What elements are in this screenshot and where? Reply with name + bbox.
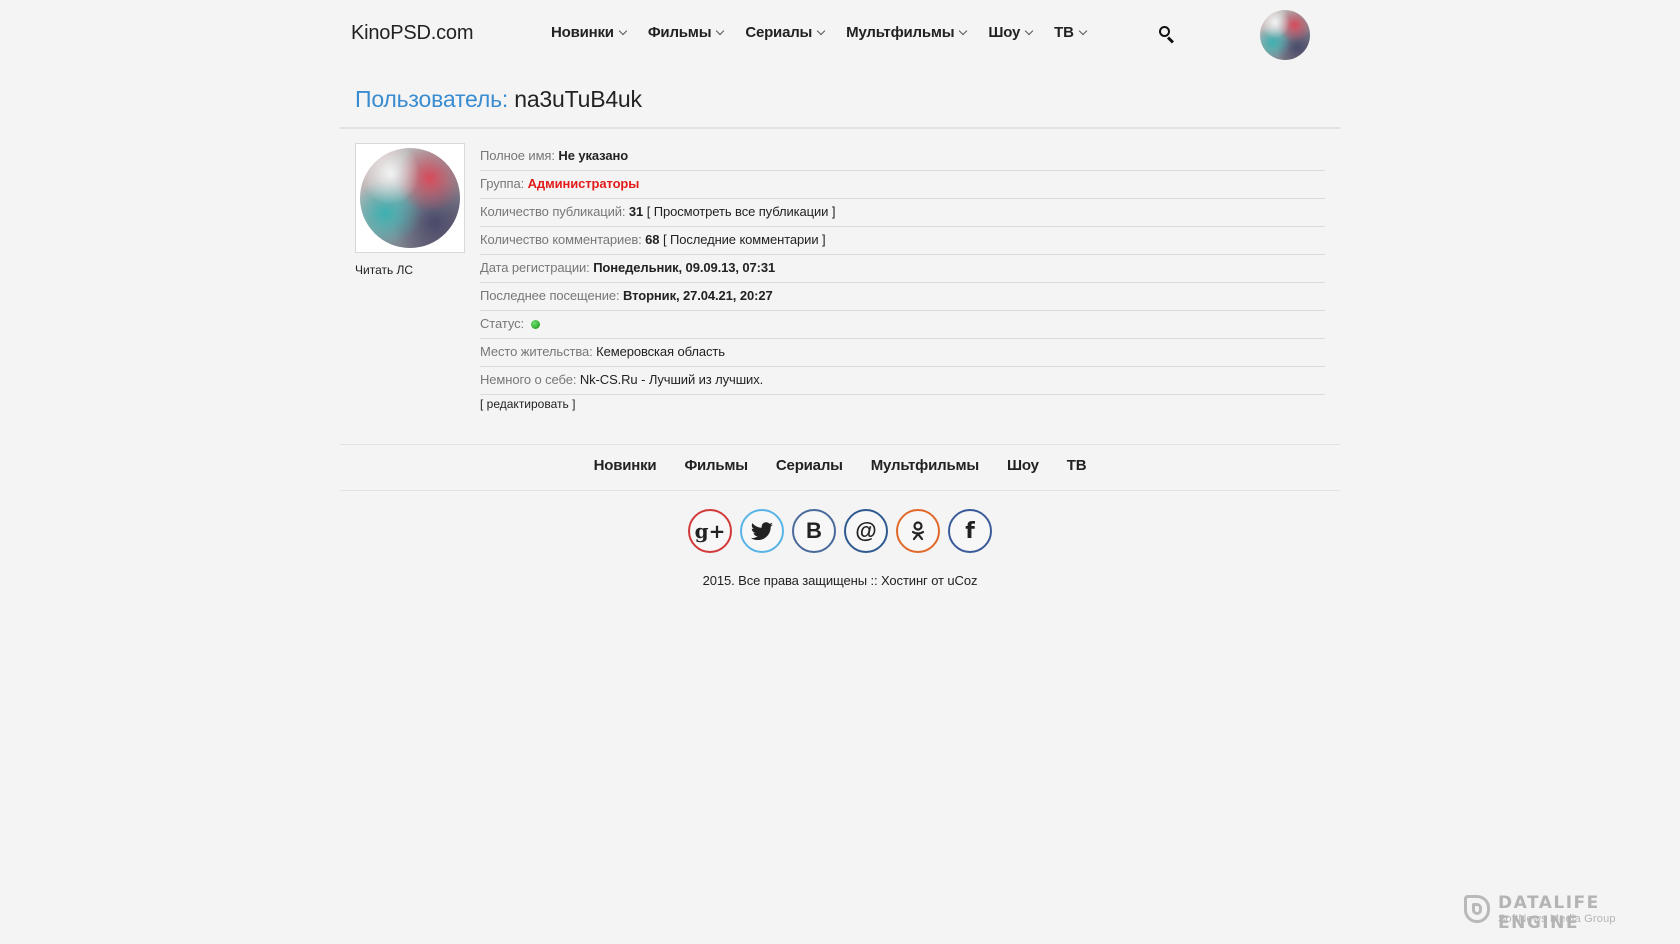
vk-icon[interactable]: B <box>792 509 836 553</box>
nav-item-movies[interactable]: Фильмы <box>647 24 725 41</box>
chevron-down-icon <box>959 26 968 35</box>
about-row: Немного о себе: Nk-CS.Ru - Лучший из луч… <box>480 367 1325 395</box>
last-comments-link[interactable]: [ Последние комментарии ] <box>663 232 826 247</box>
comments-count: 68 <box>645 232 660 247</box>
dle-logo-subtitle: SoftNews Media Group <box>1498 913 1616 925</box>
nav-item-series[interactable]: Сериалы <box>745 24 826 41</box>
site-header: KinoPSD.com Новинки Фильмы Сериалы Мульт… <box>340 0 1340 70</box>
chevron-down-icon <box>618 26 628 35</box>
field-label: Статус: <box>480 316 525 331</box>
google-plus-icon[interactable]: g+ <box>688 509 732 553</box>
footer-divider-bottom <box>340 490 1340 491</box>
nav-item-label: ТВ <box>1054 24 1074 41</box>
site-logo[interactable]: KinoPSD.com <box>351 22 473 45</box>
location-row: Место жительства: Кемеровская область <box>480 339 1325 367</box>
footer-nav-new[interactable]: Новинки <box>594 457 657 474</box>
footer-nav-tv[interactable]: ТВ <box>1067 457 1087 474</box>
chevron-down-icon <box>816 26 826 35</box>
chevron-down-icon <box>1024 26 1034 35</box>
nav-item-label: Шоу <box>988 24 1021 41</box>
nav-item-new[interactable]: Новинки <box>551 24 628 41</box>
field-label: Полное имя: <box>480 148 555 163</box>
location-value: Кемеровская область <box>596 344 725 359</box>
twitter-icon[interactable] <box>740 509 784 553</box>
profile-avatar-frame <box>355 143 465 253</box>
registered-value: Понедельник, 09.09.13, 07:31 <box>593 260 776 275</box>
full-name-value: Не указано <box>558 148 629 163</box>
copyright: 2015. Все права защищены :: Хостинг от u… <box>340 573 1340 588</box>
read-pm-link[interactable]: Читать ЛС <box>355 263 413 277</box>
nav-item-label: Сериалы <box>745 24 813 41</box>
profile-info: Полное имя: Не указано Группа: Администр… <box>480 143 1325 413</box>
nav-item-label: Фильмы <box>647 24 712 41</box>
search-icon[interactable] <box>1159 26 1177 44</box>
copyright-text: 2015. Все права защищены :: <box>702 573 881 588</box>
chevron-down-icon <box>1078 26 1088 35</box>
page-container: KinoPSD.com Новинки Фильмы Сериалы Мульт… <box>340 0 1340 588</box>
user-avatar[interactable] <box>1260 10 1310 60</box>
page-title: Пользователь: na3uTuB4uk <box>355 86 642 113</box>
footer-nav-show[interactable]: Шоу <box>1007 457 1039 474</box>
field-label: Последнее посещение: <box>480 288 620 303</box>
nav-item-label: Новинки <box>551 24 614 41</box>
online-status-icon <box>530 320 540 329</box>
field-label: Группа: <box>480 176 525 191</box>
footer-nav-cartoons[interactable]: Мультфильмы <box>871 457 979 474</box>
field-label: Немного о себе: <box>480 372 577 387</box>
last-visit-value: Вторник, 27.04.21, 20:27 <box>623 288 773 303</box>
registered-row: Дата регистрации: Понедельник, 09.09.13,… <box>480 255 1325 283</box>
facebook-icon[interactable]: f <box>948 509 992 553</box>
field-label: Количество публикаций: <box>480 204 626 219</box>
nav-item-label: Мультфильмы <box>846 24 955 41</box>
last-visit-row: Последнее посещение: Вторник, 27.04.21, … <box>480 283 1325 311</box>
page-title-label: Пользователь: <box>355 86 509 112</box>
nav-item-cartoons[interactable]: Мультфильмы <box>846 24 968 41</box>
group-row: Группа: Администраторы <box>480 171 1325 199</box>
footer-nav-series[interactable]: Сериалы <box>776 457 843 474</box>
datalife-engine-logo: DATALIFE ENGINE SoftNews Media Group <box>1464 893 1664 933</box>
full-name-row: Полное имя: Не указано <box>480 143 1325 171</box>
main-nav: Новинки Фильмы Сериалы Мультфильмы Шоу Т… <box>551 24 1108 41</box>
footer-divider-top <box>340 444 1340 445</box>
hosting-link[interactable]: Хостинг от uCoz <box>881 573 977 588</box>
about-value: Nk-CS.Ru - Лучший из лучших. <box>579 372 764 387</box>
footer-nav-movies[interactable]: Фильмы <box>684 457 748 474</box>
social-links: g+ B @ f <box>340 509 1340 553</box>
nav-item-tv[interactable]: ТВ <box>1054 24 1088 41</box>
group-value: Администраторы <box>527 176 640 191</box>
footer-nav: Новинки Фильмы Сериалы Мультфильмы Шоу Т… <box>340 457 1340 474</box>
mail-ru-icon[interactable]: @ <box>844 509 888 553</box>
view-publications-link[interactable]: [ Просмотреть все публикации ] <box>647 204 836 219</box>
status-row: Статус: <box>480 311 1325 339</box>
field-label: Количество комментариев: <box>480 232 642 247</box>
odnoklassniki-icon[interactable] <box>896 509 940 553</box>
publications-row: Количество публикаций: 31 [ Просмотреть … <box>480 199 1325 227</box>
title-divider <box>340 127 1340 129</box>
username: na3uTuB4uk <box>514 86 642 112</box>
edit-profile-link[interactable]: [ редактировать ] <box>480 397 575 411</box>
dle-logo-icon <box>1464 895 1490 925</box>
nav-item-show[interactable]: Шоу <box>988 24 1034 41</box>
profile-avatar <box>360 148 460 248</box>
field-label: Место жительства: <box>480 344 593 359</box>
chevron-down-icon <box>716 26 725 35</box>
field-label: Дата регистрации: <box>480 260 590 275</box>
publications-count: 31 <box>628 204 644 219</box>
comments-row: Количество комментариев: 68 [ Последние … <box>480 227 1325 255</box>
